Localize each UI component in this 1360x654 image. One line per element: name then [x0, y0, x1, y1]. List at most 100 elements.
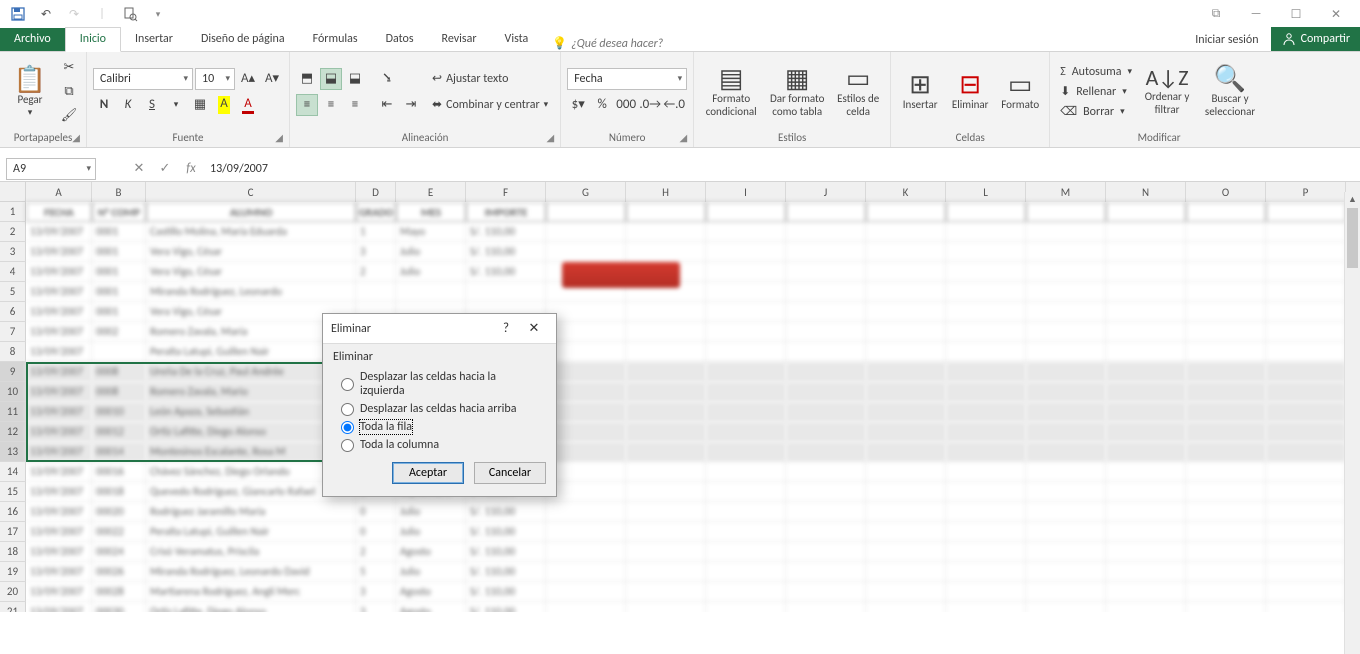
cell[interactable]: [626, 402, 706, 422]
cell[interactable]: [626, 202, 706, 222]
cell[interactable]: [626, 322, 706, 342]
row-header[interactable]: 9: [0, 362, 26, 382]
cell[interactable]: [866, 382, 946, 402]
cell[interactable]: [1026, 342, 1106, 362]
qat-redo[interactable]: ↷: [60, 1, 88, 27]
cell[interactable]: N° COMP: [92, 202, 146, 222]
cell[interactable]: [1106, 282, 1186, 302]
cell[interactable]: [706, 362, 786, 382]
cell[interactable]: [1186, 522, 1266, 542]
cell[interactable]: Agosto: [396, 602, 466, 612]
cell[interactable]: [1266, 482, 1346, 502]
row-header[interactable]: 13: [0, 442, 26, 462]
fill-button[interactable]: ⬇Rellenar▾: [1056, 82, 1136, 102]
cell[interactable]: 13/09/2007: [26, 302, 92, 322]
cell[interactable]: [1186, 422, 1266, 442]
dialog-radio-option[interactable]: Desplazar las celdas hacia la izquierda: [333, 368, 546, 400]
tab-datos[interactable]: Datos: [372, 28, 428, 51]
cell[interactable]: [946, 222, 1026, 242]
cell[interactable]: [706, 442, 786, 462]
table-row[interactable]: 13/09/200700020Rodríguez Jaramillo María…: [26, 502, 1360, 522]
cell[interactable]: 13/09/2007: [26, 402, 92, 422]
cell[interactable]: [786, 542, 866, 562]
cell[interactable]: [1106, 362, 1186, 382]
column-header[interactable]: G: [546, 182, 626, 202]
cell[interactable]: [706, 582, 786, 602]
cell[interactable]: Julio: [396, 502, 466, 522]
increase-decimal[interactable]: .0→: [639, 94, 661, 116]
cell[interactable]: [946, 562, 1026, 582]
cell[interactable]: [946, 202, 1026, 222]
cell[interactable]: [1026, 462, 1106, 482]
row-header[interactable]: 12: [0, 422, 26, 442]
cell[interactable]: [1106, 522, 1186, 542]
column-header[interactable]: L: [946, 182, 1026, 202]
cell[interactable]: 00016: [92, 462, 146, 482]
underline-button[interactable]: S: [141, 94, 163, 116]
tab-formulas[interactable]: Fórmulas: [299, 28, 372, 51]
cell[interactable]: [946, 502, 1026, 522]
increase-font[interactable]: A▴: [237, 68, 259, 90]
cell[interactable]: 0008: [92, 382, 146, 402]
cell[interactable]: [1026, 542, 1106, 562]
cell[interactable]: 0: [356, 502, 396, 522]
cell[interactable]: [1266, 502, 1346, 522]
cell[interactable]: [1106, 202, 1186, 222]
cell[interactable]: [786, 522, 866, 542]
font-name-combo[interactable]: Calibri: [93, 68, 193, 90]
cell[interactable]: 0001: [92, 222, 146, 242]
tab-insertar[interactable]: Insertar: [121, 28, 187, 51]
cell[interactable]: [1266, 422, 1346, 442]
cell[interactable]: [546, 322, 626, 342]
cell[interactable]: [946, 302, 1026, 322]
number-launcher[interactable]: ◢: [679, 131, 687, 144]
cell[interactable]: [1186, 542, 1266, 562]
dialog-radio-option[interactable]: Toda la fila: [333, 418, 546, 436]
cell[interactable]: [1186, 342, 1266, 362]
row-header[interactable]: 10: [0, 382, 26, 402]
cell[interactable]: [1266, 382, 1346, 402]
delete-cells-button[interactable]: ⊟Eliminar: [947, 54, 993, 129]
cell[interactable]: [356, 282, 396, 302]
cell[interactable]: [546, 482, 626, 502]
cell[interactable]: [1106, 242, 1186, 262]
insert-cells-button[interactable]: ⊞Insertar: [897, 54, 943, 129]
radio-input[interactable]: [341, 378, 354, 391]
wrap-text-button[interactable]: ↩Ajustar texto: [426, 68, 554, 90]
cell[interactable]: [546, 202, 626, 222]
cell[interactable]: S/. 110,00: [466, 602, 546, 612]
cell[interactable]: [706, 482, 786, 502]
cell[interactable]: [546, 502, 626, 522]
cell[interactable]: [946, 322, 1026, 342]
cell[interactable]: Rodríguez Jaramillo María: [146, 502, 356, 522]
cell[interactable]: [706, 422, 786, 442]
dialog-accept-button[interactable]: Aceptar: [392, 462, 464, 484]
cell[interactable]: [706, 282, 786, 302]
cell[interactable]: Ortiz Lafitte, Diego Alonso: [146, 602, 356, 612]
cell[interactable]: [786, 502, 866, 522]
cell[interactable]: [1026, 582, 1106, 602]
cell[interactable]: [1106, 222, 1186, 242]
clipboard-launcher[interactable]: ◢: [72, 131, 80, 144]
cell[interactable]: Miranda Rodríguez, Leonardo David: [146, 562, 356, 582]
align-right[interactable]: ≡: [344, 94, 366, 116]
cell[interactable]: [1186, 202, 1266, 222]
cell[interactable]: 0008: [92, 362, 146, 382]
cell[interactable]: [946, 242, 1026, 262]
cell[interactable]: 3: [356, 602, 396, 612]
cell[interactable]: [946, 542, 1026, 562]
cell[interactable]: S/. 110,00: [466, 562, 546, 582]
cell[interactable]: [786, 222, 866, 242]
cell[interactable]: Julio: [396, 242, 466, 262]
cell[interactable]: Miranda Rodríguez, Leonardo: [146, 282, 356, 302]
cell[interactable]: [396, 282, 466, 302]
cell[interactable]: [1106, 442, 1186, 462]
cell[interactable]: [866, 402, 946, 422]
cell[interactable]: 0002: [92, 322, 146, 342]
cell[interactable]: [626, 442, 706, 462]
row-header[interactable]: 6: [0, 302, 26, 322]
column-header[interactable]: A: [26, 182, 92, 202]
cell[interactable]: 00010: [92, 402, 146, 422]
scroll-up-arrow[interactable]: ▲: [1345, 192, 1360, 208]
qat-undo[interactable]: ↶: [32, 1, 60, 27]
